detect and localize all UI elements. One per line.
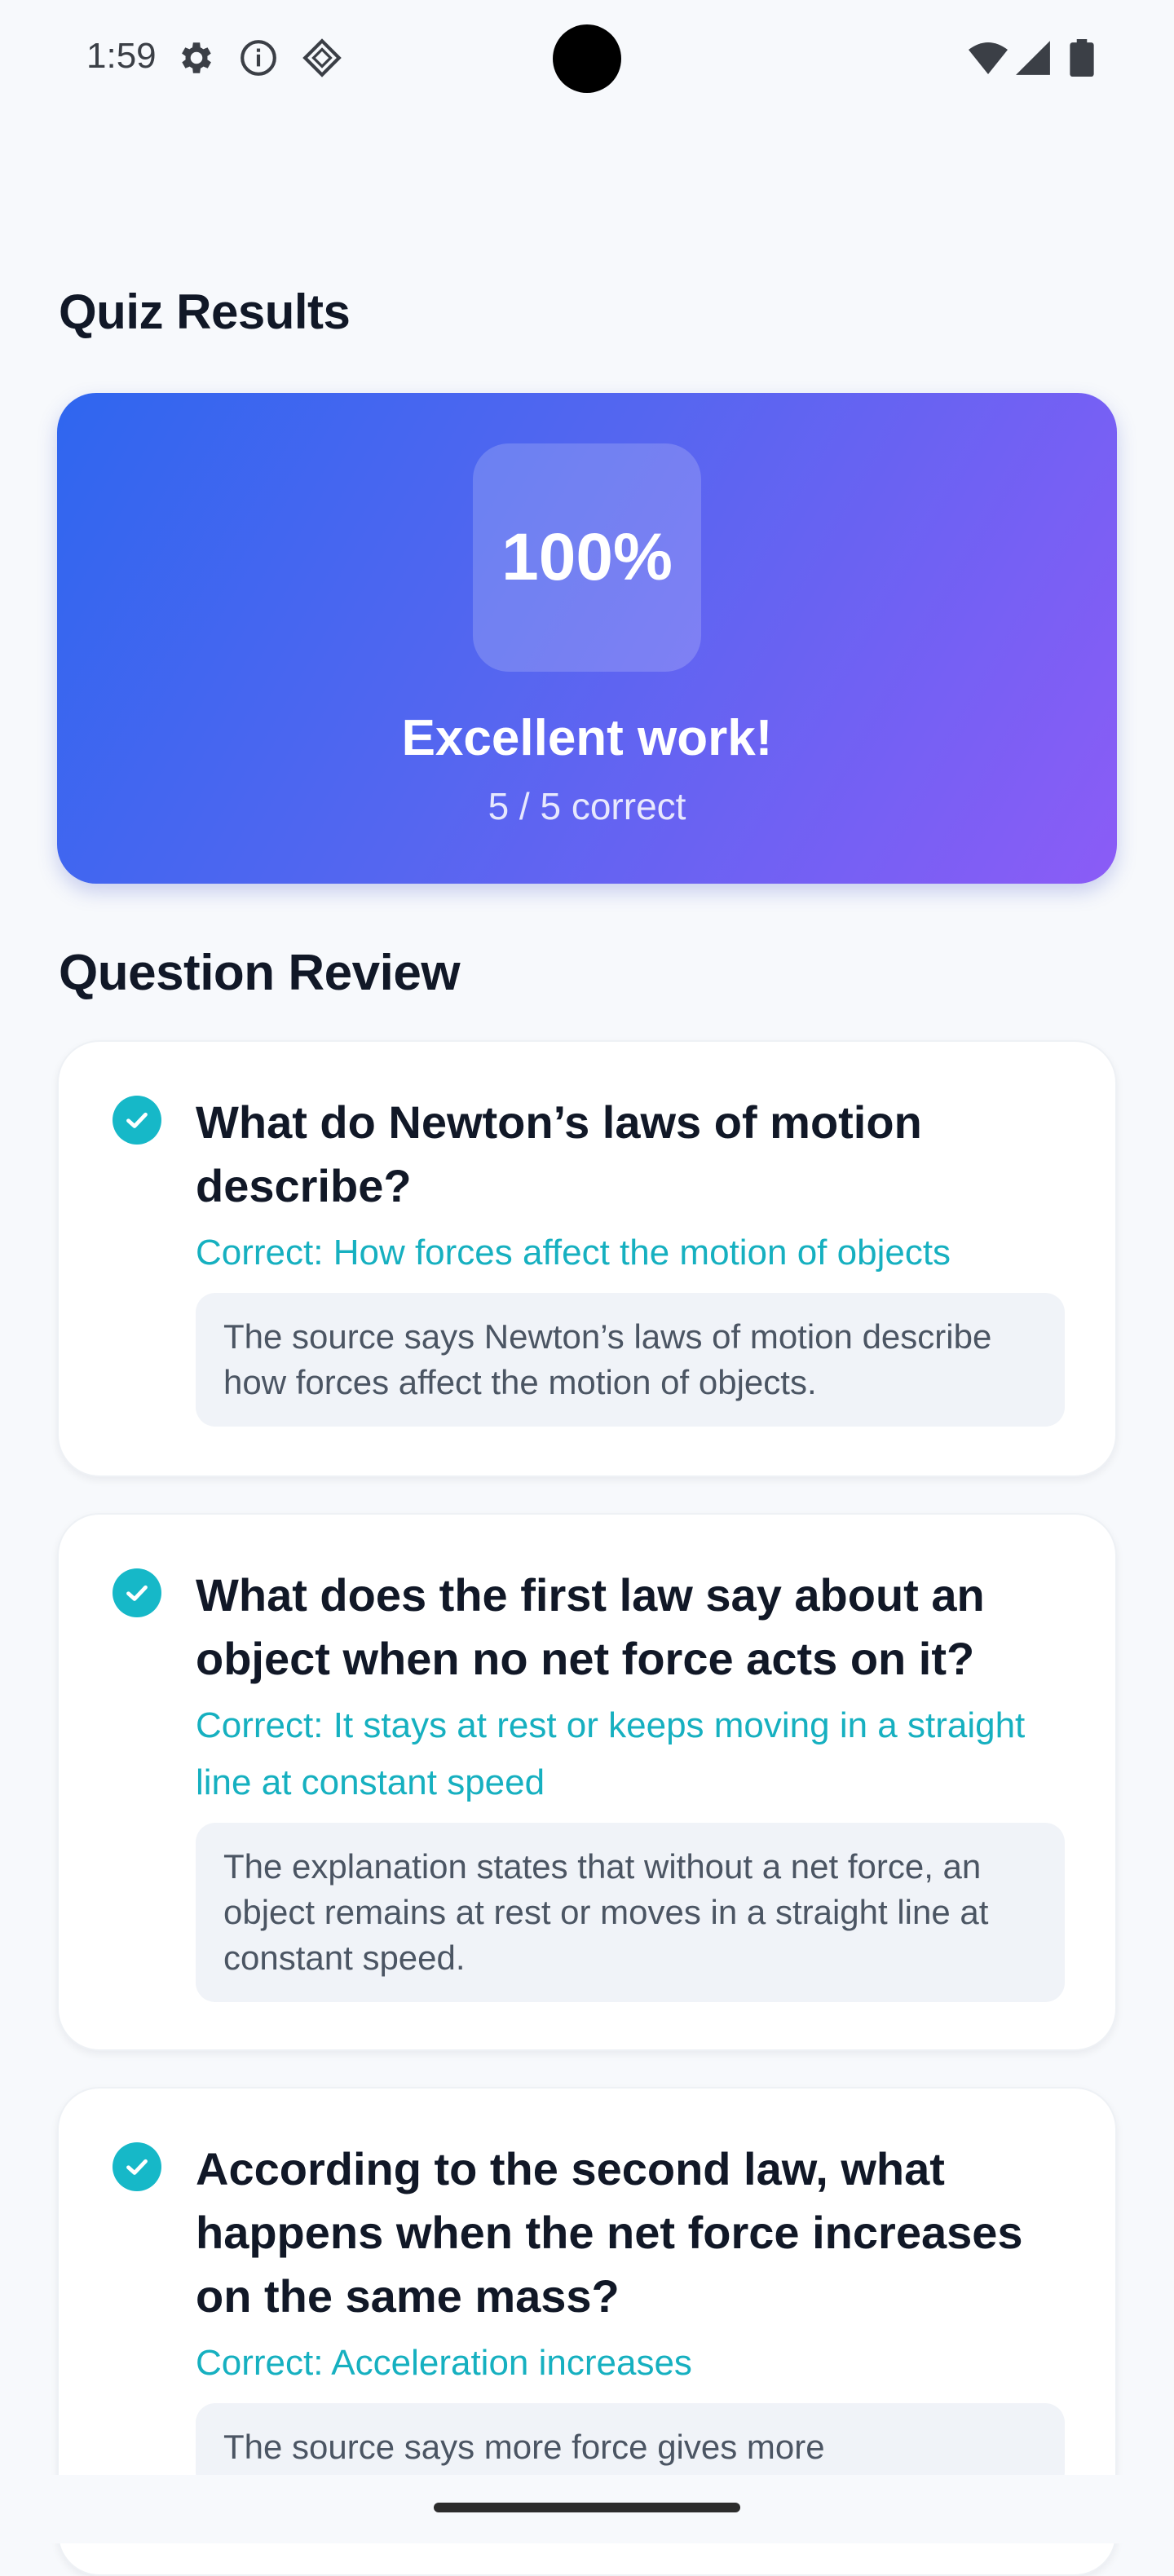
check-circle-icon (113, 1568, 161, 1617)
home-indicator[interactable] (434, 2503, 740, 2512)
correct-answer: Correct: How forces affect the motion of… (196, 1233, 951, 1273)
status-bar: 1:59 (0, 0, 1174, 117)
page-title: Quiz Results (59, 285, 351, 339)
correct-answer: Correct: Acceleration increases (196, 2343, 692, 2383)
question-text: What do Newton’s laws of motion describe… (196, 1096, 922, 1211)
score-percent-badge: 100% (473, 443, 701, 672)
correct-answer: Correct: It stays at rest or keeps movin… (196, 1705, 1026, 1802)
question-text: According to the second law, what happen… (196, 2143, 1023, 2322)
status-time: 1:59 (86, 36, 157, 76)
info-icon (241, 40, 276, 76)
wifi-icon (969, 42, 1008, 74)
score-subtitle: 5 / 5 correct (488, 785, 686, 827)
check-circle-icon (113, 2142, 161, 2191)
explanation-box: The explanation states that without a ne… (196, 1823, 1065, 2002)
question-text: What does the first law say about an obj… (196, 1569, 985, 1684)
score-headline: Excellent work! (401, 710, 773, 766)
camera-cutout (553, 24, 621, 93)
gear-icon (182, 42, 211, 73)
explanation-box: The source says Newton’s laws of motion … (196, 1293, 1065, 1427)
check-circle-icon (113, 1096, 161, 1145)
question-card: What do Newton’s laws of motion describe… (57, 1040, 1117, 1477)
battery-icon (1070, 39, 1094, 77)
question-card: What does the first law say about an obj… (57, 1513, 1117, 2051)
section-title: Question Review (59, 945, 461, 1001)
diamond-icon (302, 38, 342, 77)
score-card: 100% Excellent work! 5 / 5 correct (57, 393, 1117, 884)
signal-icon (1016, 41, 1050, 75)
